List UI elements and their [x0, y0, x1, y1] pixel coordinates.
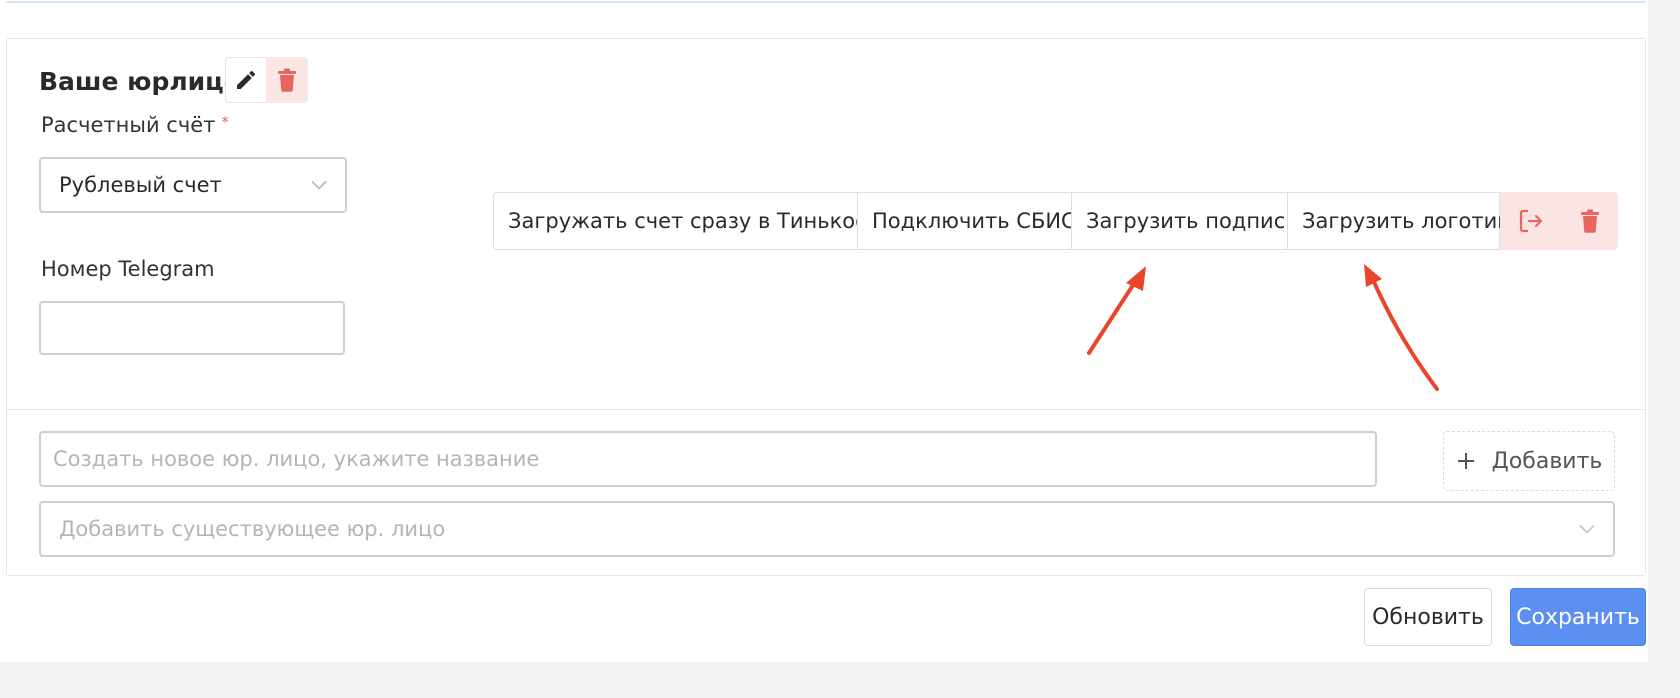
arrow-signature-annotation: [1087, 266, 1146, 355]
annotation-arrows: [1087, 264, 1439, 391]
arrow-logo-annotation: [1364, 264, 1439, 391]
